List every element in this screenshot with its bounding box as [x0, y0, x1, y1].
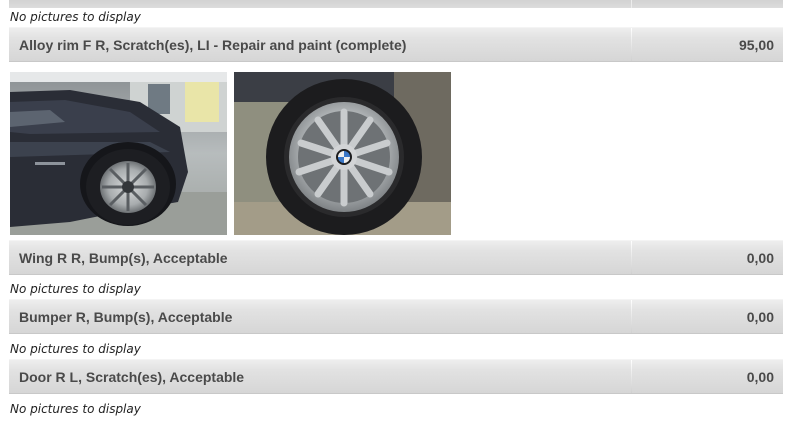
damage-row[interactable]: Alloy rim F R, Scratch(es), LI - Repair … [9, 27, 783, 62]
damage-list: No pictures to display Alloy rim F R, Sc… [0, 0, 785, 425]
damage-description: Door R L, Scratch(es), Acceptable [19, 368, 245, 385]
car-front-wheel-image [10, 72, 227, 235]
damage-amount: 0,00 [746, 249, 774, 266]
damage-amount: 0,00 [746, 308, 774, 325]
damage-description: Wing R R, Bump(s), Acceptable [19, 249, 228, 266]
damage-description: Bumper R, Bump(s), Acceptable [19, 308, 233, 325]
no-pictures-label: No pictures to display [10, 402, 141, 416]
column-divider [631, 360, 632, 393]
column-divider [631, 241, 632, 274]
no-pictures-label: No pictures to display [10, 342, 141, 356]
damage-amount: 0,00 [746, 368, 774, 385]
car-front-wheel-photo[interactable] [10, 72, 227, 235]
wheel-closeup-image [234, 72, 451, 235]
damage-row[interactable]: Bumper R, Bump(s), Acceptable 0,00 [9, 299, 783, 334]
damage-description: Alloy rim F R, Scratch(es), LI - Repair … [19, 36, 407, 53]
column-divider [631, 300, 632, 333]
damage-row[interactable]: Door R L, Scratch(es), Acceptable 0,00 [9, 359, 783, 394]
no-pictures-label: No pictures to display [10, 282, 141, 296]
damage-amount: 95,00 [738, 36, 774, 53]
column-divider [631, 0, 632, 8]
column-divider [631, 28, 632, 61]
wheel-closeup-photo[interactable] [234, 72, 451, 235]
previous-damage-row [9, 0, 783, 8]
no-pictures-label: No pictures to display [10, 10, 141, 24]
damage-row[interactable]: Wing R R, Bump(s), Acceptable 0,00 [9, 240, 783, 275]
